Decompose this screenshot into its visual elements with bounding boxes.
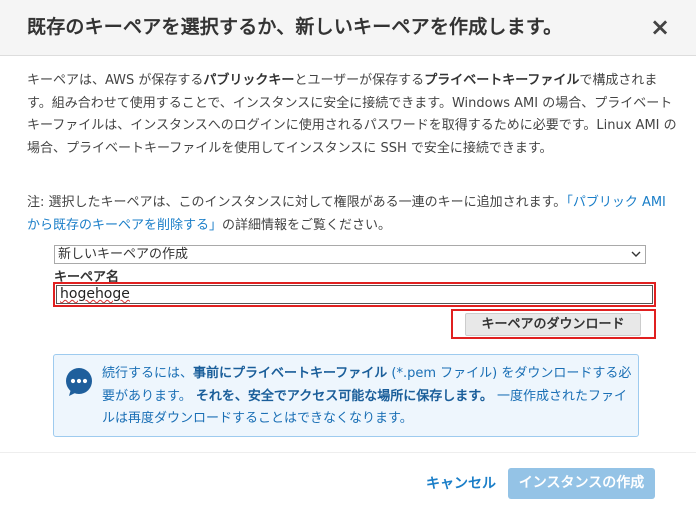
info-text-1: 続行するには、 xyxy=(102,366,194,381)
keypair-name-highlight: hogehoge xyxy=(53,282,656,307)
speech-bubble-icon xyxy=(66,368,92,396)
download-highlight: キーペアのダウンロード xyxy=(451,309,656,339)
keypair-name-input[interactable]: hogehoge xyxy=(56,285,653,304)
info-message: 続行するには、事前にプライベートキーファイル (*.pem ファイル) をダウン… xyxy=(102,363,632,431)
description-text-1: キーペアは、AWS が保存する xyxy=(27,73,204,88)
info-alert: 続行するには、事前にプライベートキーファイル (*.pem ファイル) をダウン… xyxy=(53,354,639,437)
dialog-title: 既存のキーペアを選択するか、新しいキーペアを作成します。 xyxy=(27,16,563,38)
info-bold-2: それを、安全でアクセス可能な場所に保存します。 xyxy=(195,388,493,404)
info-bold-1: 事前にプライベートキーファイル xyxy=(193,366,388,381)
description-bold-public-key: パブリックキー xyxy=(203,73,295,88)
note-text-1: 注: 選択したキーペアは、このインスタンスに対して権限がある一連のキーに追加され… xyxy=(27,195,567,210)
keypair-option-value: 新しいキーペアの作成 xyxy=(58,247,189,262)
keypair-description: キーペアは、AWS が保存するパブリックキーとユーザーが保存するプライベートキー… xyxy=(27,70,677,160)
description-text-2: とユーザーが保存する xyxy=(294,73,425,88)
keypair-name-value: hogehoge xyxy=(60,286,130,302)
keypair-option-select[interactable]: 新しいキーペアの作成 xyxy=(54,245,646,264)
launch-instance-button[interactable]: インスタンスの作成 xyxy=(508,468,655,499)
chevron-down-icon xyxy=(631,251,641,257)
description-bold-private-key: プライベートキーファイル xyxy=(424,73,580,88)
close-icon[interactable]: × xyxy=(648,14,672,40)
dialog-header: 既存のキーペアを選択するか、新しいキーペアを作成します。 × xyxy=(0,0,696,56)
keypair-dialog: 既存のキーペアを選択するか、新しいキーペアを作成します。 × キーペアは、AWS… xyxy=(0,0,696,516)
note-text-2: の詳細情報をご覧ください。 xyxy=(222,217,392,233)
keypair-note: 注: 選択したキーペアは、このインスタンスに対して権限がある一連のキーに追加され… xyxy=(27,192,677,237)
footer-divider xyxy=(0,452,696,453)
cancel-button[interactable]: キャンセル xyxy=(426,473,496,493)
download-keypair-button[interactable]: キーペアのダウンロード xyxy=(465,313,641,336)
